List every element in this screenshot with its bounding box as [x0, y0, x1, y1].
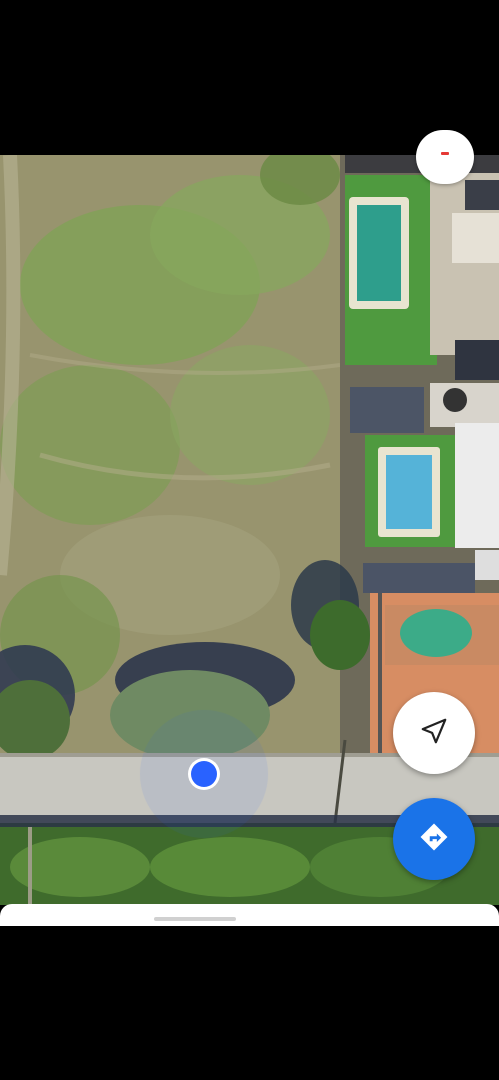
pool-1	[357, 205, 401, 301]
bottom-sheet[interactable]	[0, 904, 499, 926]
navigation-arrow-icon	[419, 716, 449, 751]
location-dot	[191, 761, 217, 787]
pool-3	[400, 609, 472, 657]
map-screen	[0, 0, 499, 1080]
directions-icon	[417, 820, 451, 859]
compass-button[interactable]	[416, 130, 474, 184]
pool-2	[386, 455, 432, 529]
directions-button[interactable]	[393, 798, 475, 880]
sheet-drag-handle[interactable]	[154, 917, 236, 921]
compass-icon	[441, 152, 449, 155]
my-location-button[interactable]	[393, 692, 475, 774]
satellite-map[interactable]	[0, 155, 499, 905]
